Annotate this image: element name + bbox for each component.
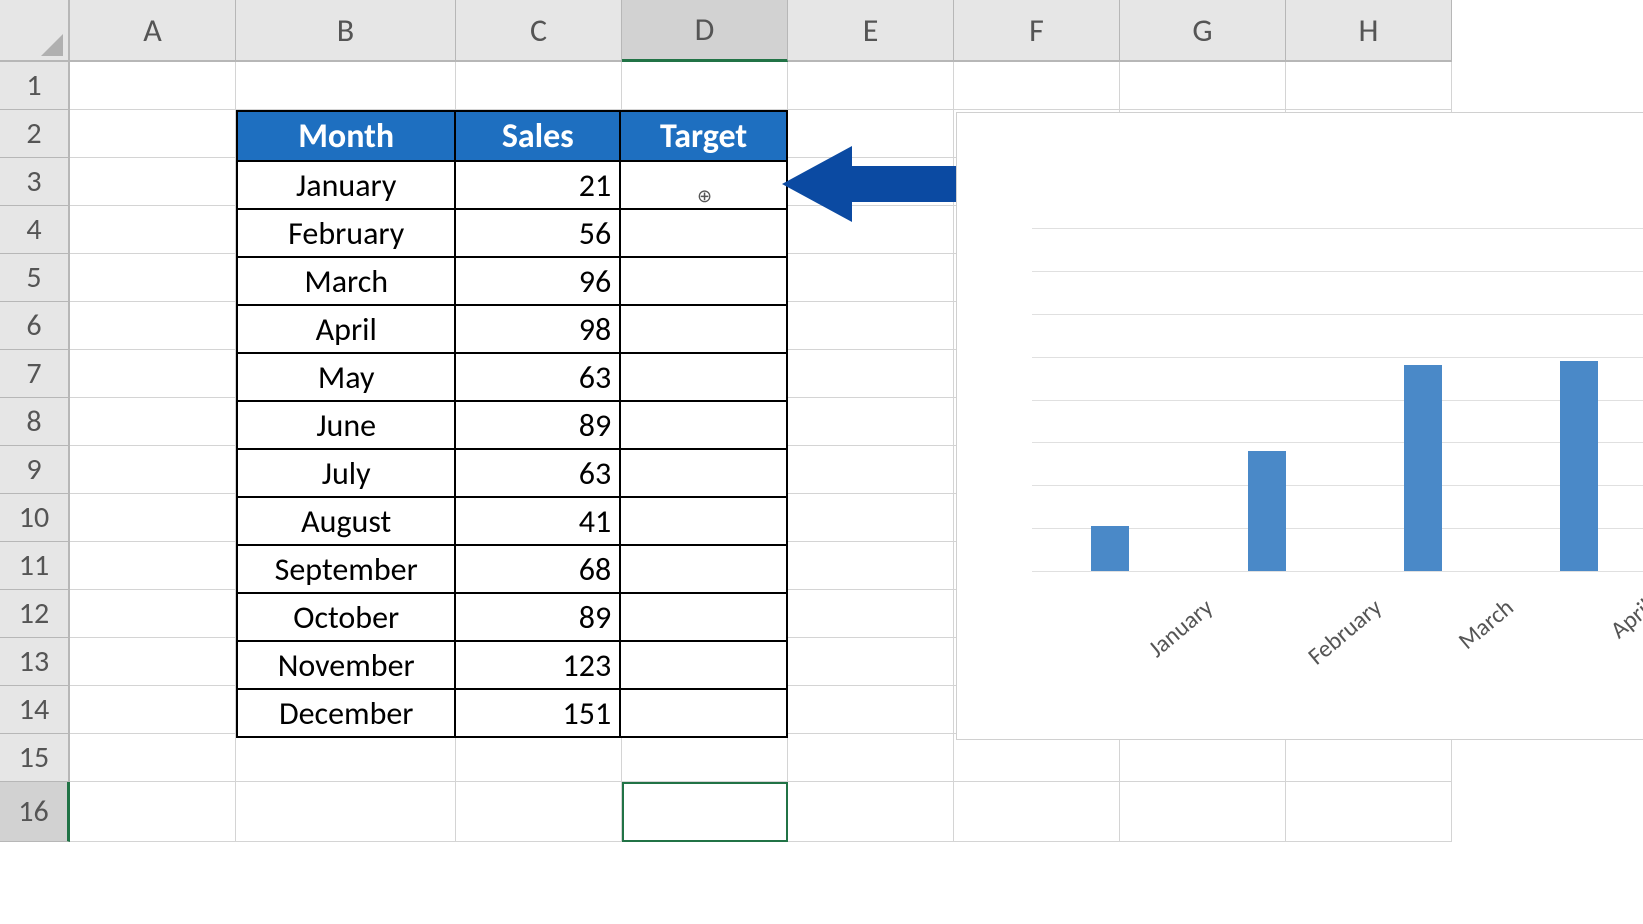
chart-x-label: March <box>1453 593 1520 656</box>
table-cell-month[interactable]: July <box>238 448 456 496</box>
table-cell-sales[interactable]: 123 <box>456 640 621 688</box>
row-header-1[interactable]: 1 <box>0 62 70 110</box>
table-cell-sales[interactable]: 98 <box>456 304 621 352</box>
column-header-H[interactable]: H <box>1286 0 1452 62</box>
table-cell-target[interactable] <box>621 256 786 304</box>
table-cell-month[interactable]: April <box>238 304 456 352</box>
chart-x-label: January <box>1143 593 1219 664</box>
column-header-B[interactable]: B <box>236 0 456 62</box>
table-cell-target[interactable] <box>621 496 786 544</box>
table-cell-target[interactable] <box>621 304 786 352</box>
table-cell-sales[interactable]: 41 <box>456 496 621 544</box>
table-cell-sales[interactable]: 68 <box>456 544 621 592</box>
row-headers: 12345678910111213141516 <box>0 62 70 842</box>
chart-bar[interactable] <box>1091 526 1129 571</box>
table-cell-target[interactable] <box>621 160 786 208</box>
table-cell-month[interactable]: October <box>238 592 456 640</box>
table-cell-month[interactable]: March <box>238 256 456 304</box>
row-header-5[interactable]: 5 <box>0 254 70 302</box>
column-header-D[interactable]: D <box>622 0 788 62</box>
table-cell-target[interactable] <box>621 400 786 448</box>
table-cell-month[interactable]: June <box>238 400 456 448</box>
spreadsheet: ABCDEFGH 12345678910111213141516 MonthSa… <box>0 0 1643 924</box>
column-header-C[interactable]: C <box>456 0 622 62</box>
table-header-month[interactable]: Month <box>238 112 456 160</box>
chart-x-label: February <box>1302 593 1387 671</box>
table-cell-month[interactable]: May <box>238 352 456 400</box>
column-header-G[interactable]: G <box>1120 0 1286 62</box>
table-cell-month[interactable]: December <box>238 688 456 736</box>
table-cell-sales[interactable]: 63 <box>456 448 621 496</box>
chart-bar[interactable] <box>1248 451 1286 571</box>
table-cell-sales[interactable]: 151 <box>456 688 621 736</box>
row-header-14[interactable]: 14 <box>0 686 70 734</box>
column-header-E[interactable]: E <box>788 0 954 62</box>
row-header-2[interactable]: 2 <box>0 110 70 158</box>
row-header-9[interactable]: 9 <box>0 446 70 494</box>
table-cell-sales[interactable]: 21 <box>456 160 621 208</box>
row-header-8[interactable]: 8 <box>0 398 70 446</box>
table-cell-sales[interactable]: 89 <box>456 400 621 448</box>
row-header-7[interactable]: 7 <box>0 350 70 398</box>
column-header-A[interactable]: A <box>70 0 236 62</box>
table-cell-sales[interactable]: 89 <box>456 592 621 640</box>
table-cell-sales[interactable]: 56 <box>456 208 621 256</box>
row-header-3[interactable]: 3 <box>0 158 70 206</box>
table-cell-target[interactable] <box>621 448 786 496</box>
row-header-11[interactable]: 11 <box>0 542 70 590</box>
table-header-sales[interactable]: Sales <box>456 112 621 160</box>
row-header-16[interactable]: 16 <box>0 782 70 842</box>
table-cell-sales[interactable]: 63 <box>456 352 621 400</box>
table-cell-target[interactable] <box>621 640 786 688</box>
table-cell-sales[interactable]: 96 <box>456 256 621 304</box>
row-header-4[interactable]: 4 <box>0 206 70 254</box>
chart-bar[interactable] <box>1560 361 1598 571</box>
table-cell-target[interactable] <box>621 208 786 256</box>
chart-bar[interactable] <box>1404 365 1442 571</box>
row-header-15[interactable]: 15 <box>0 734 70 782</box>
data-table[interactable]: MonthSalesTarget January21February56March… <box>236 110 788 738</box>
table-header-target[interactable]: Target <box>621 112 786 160</box>
chart-x-label: April <box>1605 593 1643 645</box>
select-all-corner[interactable] <box>0 0 70 62</box>
table-cell-target[interactable] <box>621 688 786 736</box>
column-headers: ABCDEFGH <box>70 0 1452 62</box>
column-header-F[interactable]: F <box>954 0 1120 62</box>
row-header-13[interactable]: 13 <box>0 638 70 686</box>
table-cell-target[interactable] <box>621 592 786 640</box>
table-cell-target[interactable] <box>621 544 786 592</box>
table-cell-month[interactable]: August <box>238 496 456 544</box>
table-cell-month[interactable]: February <box>238 208 456 256</box>
table-cell-month[interactable]: January <box>238 160 456 208</box>
table-cell-month[interactable]: September <box>238 544 456 592</box>
table-cell-target[interactable] <box>621 352 786 400</box>
chart-plot-area: 020406080100120140160JanuaryFebruaryMarc… <box>957 113 1643 739</box>
row-header-6[interactable]: 6 <box>0 302 70 350</box>
row-header-10[interactable]: 10 <box>0 494 70 542</box>
table-cell-month[interactable]: November <box>238 640 456 688</box>
row-header-12[interactable]: 12 <box>0 590 70 638</box>
embedded-chart[interactable]: 020406080100120140160JanuaryFebruaryMarc… <box>956 112 1643 740</box>
